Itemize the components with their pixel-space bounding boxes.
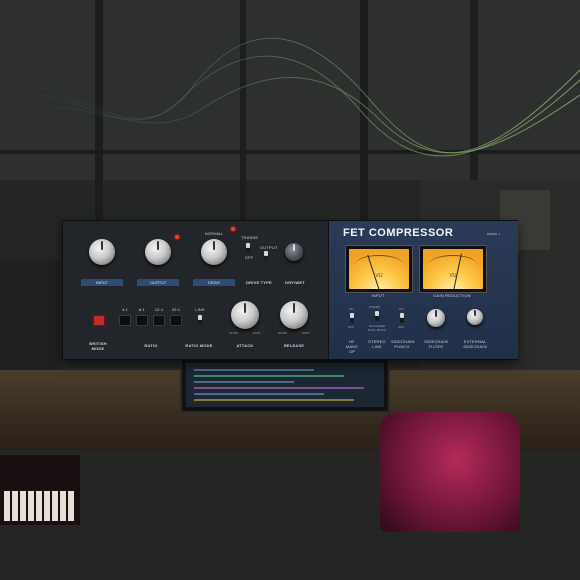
gr-vu-label: VU [449, 273, 457, 279]
output-knob[interactable] [145, 239, 171, 265]
ratio-mode-switch[interactable] [198, 315, 202, 325]
drive-knob[interactable] [201, 239, 227, 265]
drywet-label: DRY/WET [285, 280, 305, 285]
output-clip-led [175, 235, 179, 239]
hf-off-label: OFF [348, 325, 354, 329]
release-knob[interactable] [280, 301, 308, 329]
ratio-20-button[interactable] [170, 315, 182, 326]
ratio-20-label: 20:1 [171, 307, 181, 312]
drive-type-opt-output: OUTPUT [260, 245, 278, 250]
stereo-link-label: STEREO LINK [368, 339, 386, 349]
ratio-label: RATIO [144, 343, 158, 348]
release-label: RELEASE [283, 343, 305, 348]
drive-label: DRIVE [193, 279, 235, 286]
link-linked-label: LINKED [369, 305, 380, 309]
drive-type-output-switch[interactable] [264, 251, 268, 261]
drive-type-label: DRIVE TYPE [246, 280, 272, 285]
hf-makeup-switch[interactable] [350, 313, 354, 323]
drywet-knob[interactable] [285, 243, 303, 261]
hf-on-label: ON [349, 307, 354, 311]
british-mode-label: BRITISH MODE [89, 341, 107, 351]
external-sidechain-knob[interactable] [467, 309, 483, 325]
plugin-title: FET COMPRESSOR [343, 227, 454, 239]
ratio-4-label: 4:1 [121, 307, 129, 312]
fet-compressor-plugin: NORMAL TRANSE OFF OUTPUT INPUT OUTPUT DR… [62, 220, 518, 360]
ratio-mode-label: RATIO MODE [185, 343, 213, 348]
drive-type-opt-off: OFF [244, 255, 254, 260]
attack-fast-label: FAST [253, 331, 261, 335]
input-label: INPUT [81, 279, 123, 286]
input-meter-label: INPUT [371, 293, 385, 298]
release-slow-label: SLOW [278, 331, 287, 335]
sidechain-punch-switch[interactable] [400, 313, 404, 323]
gain-reduction-label: GAIN REDUCTION [433, 293, 471, 298]
external-sidechain-label: EXTERNAL SIDECHAIN [463, 339, 487, 349]
release-fast-label: FAST [302, 331, 310, 335]
hf-makeup-label: HF MAKE UP [345, 339, 359, 354]
ratio-8-button[interactable] [136, 315, 148, 326]
ratio-4-button[interactable] [119, 315, 131, 326]
model-label: MODEL 1 [487, 232, 501, 236]
stereo-link-switch[interactable] [375, 311, 379, 321]
keyboard [0, 455, 80, 525]
punch-on-label: ON [399, 307, 404, 311]
ratio-8-label: 8:1 [138, 307, 146, 312]
studio-chair [380, 412, 520, 532]
drive-type-opt-transe: TRANSE [241, 235, 259, 240]
drive-led [231, 227, 235, 231]
link-balanced-label: BALANCED DUAL MONO [367, 324, 387, 332]
daw-monitor [180, 357, 390, 413]
input-vu-label: VU [375, 273, 383, 279]
attack-label: ATTACK [236, 343, 254, 348]
ratio-12-button[interactable] [153, 315, 165, 326]
sidechain-filter-knob[interactable] [427, 309, 445, 327]
punch-off-label: OFF [398, 325, 404, 329]
input-vu-meter: VU [345, 245, 413, 293]
ratio-12-label: 12:1 [154, 307, 164, 312]
control-panel: NORMAL TRANSE OFF OUTPUT INPUT OUTPUT DR… [63, 221, 328, 359]
ratio-mode-link-label: LINK [195, 307, 205, 312]
british-mode-button[interactable] [93, 315, 105, 326]
drive-type-switch[interactable] [246, 243, 250, 253]
normal-label: NORMAL [204, 231, 224, 236]
sidechain-punch-label: SIDECHAIN PUNCH [391, 339, 415, 349]
gain-reduction-vu-meter: VU [419, 245, 487, 293]
attack-slow-label: SLOW [229, 331, 238, 335]
sidechain-filter-label: SIDECHAIN FILTER [424, 339, 448, 349]
output-label: OUTPUT [137, 279, 179, 286]
daw-screen [186, 363, 384, 407]
input-knob[interactable] [89, 239, 115, 265]
attack-knob[interactable] [231, 301, 259, 329]
